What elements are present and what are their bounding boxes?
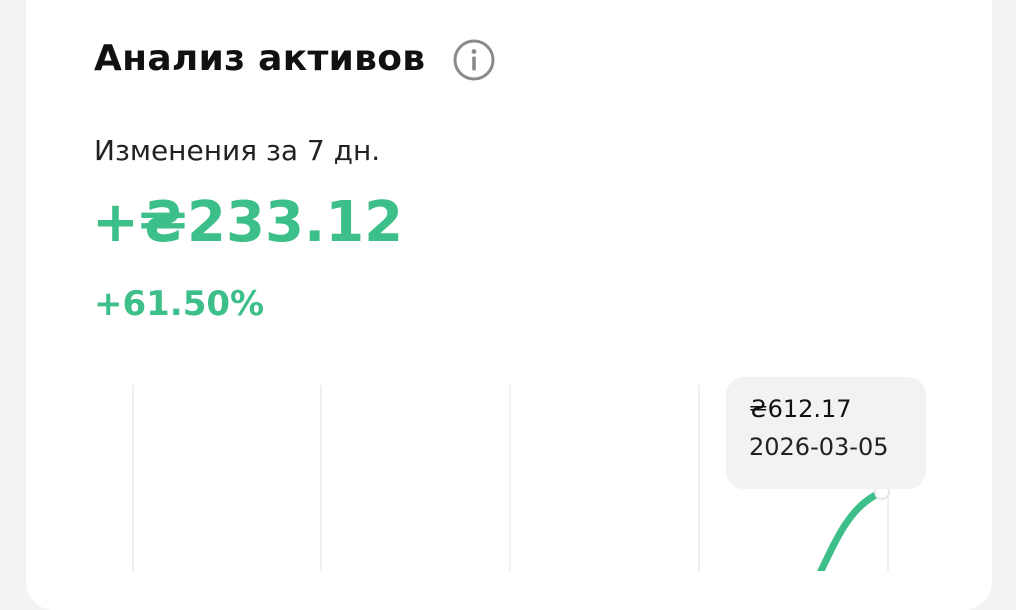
change-amount: +₴233.12 xyxy=(92,190,404,255)
info-icon[interactable] xyxy=(452,38,496,82)
card-title: Анализ активов xyxy=(94,38,426,79)
change-period-label: Изменения за 7 дн. xyxy=(94,134,381,167)
chart-tooltip: ₴612.17 2026-03-05 xyxy=(726,377,926,489)
change-percent: +61.50% xyxy=(94,284,265,324)
tooltip-date: 2026-03-05 xyxy=(749,433,889,461)
tooltip-value: ₴612.17 xyxy=(749,395,852,423)
